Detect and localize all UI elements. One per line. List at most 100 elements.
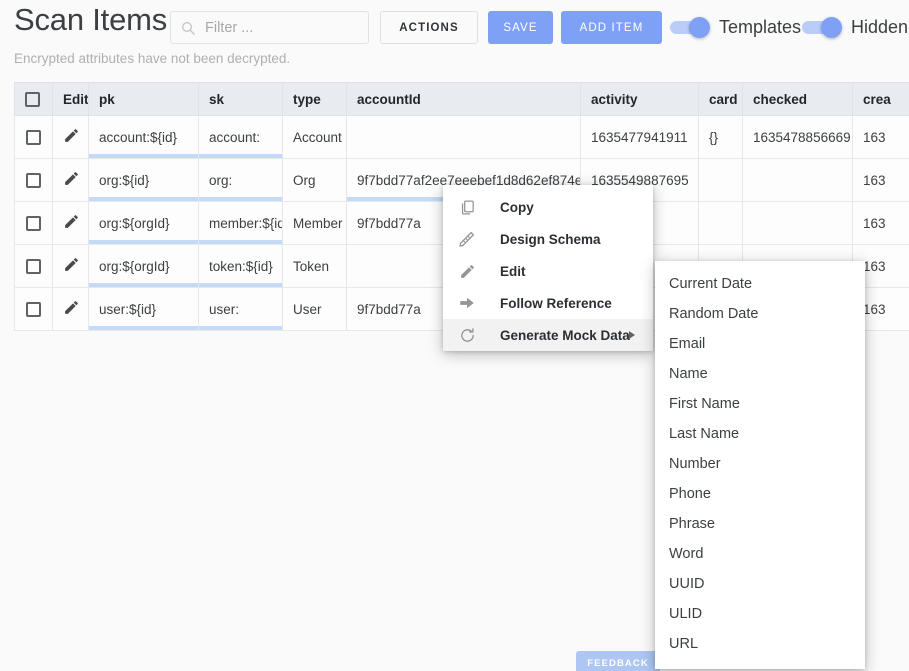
cell-pk[interactable]: user:${id} bbox=[88, 287, 199, 331]
cell-sk[interactable]: token:${id} bbox=[198, 244, 283, 288]
submenu-item-first-name[interactable]: First Name bbox=[655, 389, 865, 419]
actions-button[interactable]: ACTIONS bbox=[380, 11, 478, 44]
row-edit-cell[interactable] bbox=[52, 244, 89, 288]
table-header: Edit pk sk type accountId activity card … bbox=[14, 82, 909, 116]
submenu-item-current-date[interactable]: Current Date bbox=[655, 269, 865, 299]
cell-sk[interactable]: user: bbox=[198, 287, 283, 331]
cell-created[interactable]: 163 bbox=[852, 115, 909, 159]
page-title: Scan Items bbox=[14, 2, 168, 37]
cell-type[interactable]: Account bbox=[282, 115, 347, 159]
row-edit-cell[interactable] bbox=[52, 287, 89, 331]
toggle-thumb bbox=[821, 17, 842, 38]
cell-checked[interactable] bbox=[742, 158, 853, 202]
submenu-item-email[interactable]: Email bbox=[655, 329, 865, 359]
row-checkbox[interactable] bbox=[26, 215, 41, 231]
submenu-item-phone[interactable]: Phone bbox=[655, 479, 865, 509]
cell-card[interactable] bbox=[698, 158, 743, 202]
context-menu-item-design-schema[interactable]: Design Schema bbox=[443, 223, 653, 255]
submenu-item-number[interactable]: Number bbox=[655, 449, 865, 479]
scan-items-page: Scan Items ACTIONS SAVE ADD ITEM Templat… bbox=[0, 0, 909, 671]
add-item-button[interactable]: ADD ITEM bbox=[561, 11, 662, 44]
cell-checked[interactable]: 1635478856669 bbox=[742, 115, 853, 159]
table-row[interactable]: account:${id} account: Account 163547794… bbox=[14, 115, 909, 159]
row-checkbox[interactable] bbox=[26, 258, 41, 274]
context-menu-item-edit[interactable]: Edit bbox=[443, 255, 653, 287]
arrow-right-icon bbox=[455, 293, 479, 313]
cell-created[interactable]: 163 bbox=[852, 158, 909, 202]
submenu-item-word[interactable]: Word bbox=[655, 539, 865, 569]
pencil-icon bbox=[65, 301, 78, 314]
submenu-item-random-date[interactable]: Random Date bbox=[655, 299, 865, 329]
pencil-icon bbox=[455, 261, 479, 281]
hidden-toggle[interactable] bbox=[802, 17, 842, 38]
filter-search-box[interactable] bbox=[170, 11, 369, 44]
templates-toggle-label: Templates bbox=[719, 16, 802, 37]
cell-activity[interactable]: 1635477941911 bbox=[580, 115, 699, 159]
page-header: Scan Items ACTIONS SAVE ADD ITEM Templat… bbox=[0, 0, 909, 46]
cell-card[interactable]: {} bbox=[698, 115, 743, 159]
context-menu[interactable]: Copy Design Schema Edit Follow Reference… bbox=[443, 185, 653, 351]
templates-toggle-group[interactable]: Templates bbox=[670, 11, 801, 43]
submenu-item-last-name[interactable]: Last Name bbox=[655, 419, 865, 449]
pencil-icon bbox=[65, 258, 78, 271]
cell-checked[interactable] bbox=[742, 201, 853, 245]
column-header-checked: checked bbox=[742, 82, 853, 116]
cell-type[interactable]: Org bbox=[282, 158, 347, 202]
column-header-accountid: accountId bbox=[346, 82, 581, 116]
row-select-cell[interactable] bbox=[14, 115, 53, 159]
cell-sk[interactable]: account: bbox=[198, 115, 283, 159]
cell-type[interactable]: Token bbox=[282, 244, 347, 288]
row-edit-cell[interactable] bbox=[52, 115, 89, 159]
context-menu-label: Follow Reference bbox=[500, 295, 612, 311]
cell-pk[interactable]: org:${orgId} bbox=[88, 201, 199, 245]
encryption-notice: Encrypted attributes have not been decry… bbox=[14, 51, 291, 66]
context-menu-label: Edit bbox=[500, 263, 526, 279]
context-menu-item-generate-mock-data[interactable]: Generate Mock Data bbox=[443, 319, 653, 351]
column-header-edit: Edit bbox=[52, 82, 89, 116]
cell-pk[interactable]: account:${id} bbox=[88, 115, 199, 159]
templates-toggle[interactable] bbox=[670, 17, 710, 38]
context-menu-item-follow-reference[interactable]: Follow Reference bbox=[443, 287, 653, 319]
row-edit-cell[interactable] bbox=[52, 201, 89, 245]
save-button[interactable]: SAVE bbox=[488, 11, 553, 44]
row-edit-cell[interactable] bbox=[52, 158, 89, 202]
search-icon bbox=[182, 22, 195, 35]
cell-created[interactable]: 163 bbox=[852, 201, 909, 245]
cell-type[interactable]: User bbox=[282, 287, 347, 331]
row-checkbox[interactable] bbox=[26, 172, 41, 188]
context-menu-label: Design Schema bbox=[500, 231, 601, 247]
generate-mock-data-submenu[interactable]: Current Date Random Date Email Name Firs… bbox=[655, 261, 865, 669]
ruler-icon bbox=[455, 229, 479, 249]
context-menu-label: Generate Mock Data bbox=[500, 327, 630, 343]
context-menu-item-copy[interactable]: Copy bbox=[443, 191, 653, 223]
column-header-activity: activity bbox=[580, 82, 699, 116]
cell-card[interactable] bbox=[698, 201, 743, 245]
row-select-cell[interactable] bbox=[14, 287, 53, 331]
row-select-cell[interactable] bbox=[14, 244, 53, 288]
cell-accountid[interactable] bbox=[346, 115, 581, 159]
submenu-item-phrase[interactable]: Phrase bbox=[655, 509, 865, 539]
hidden-toggle-group[interactable]: Hidden bbox=[802, 11, 908, 43]
column-header-created: crea bbox=[852, 82, 909, 116]
row-select-cell[interactable] bbox=[14, 158, 53, 202]
select-all-header[interactable] bbox=[14, 82, 53, 116]
filter-input[interactable] bbox=[203, 12, 363, 43]
cell-sk[interactable]: member:${id} bbox=[198, 201, 283, 245]
submenu-item-url[interactable]: URL bbox=[655, 629, 865, 659]
submenu-item-ulid[interactable]: ULID bbox=[655, 599, 865, 629]
select-all-checkbox[interactable] bbox=[25, 91, 40, 107]
column-header-type: type bbox=[282, 82, 347, 116]
submenu-item-uuid[interactable]: UUID bbox=[655, 569, 865, 599]
cell-sk[interactable]: org: bbox=[198, 158, 283, 202]
submenu-item-name[interactable]: Name bbox=[655, 359, 865, 389]
feedback-tab[interactable]: FEEDBACK bbox=[576, 651, 660, 671]
row-checkbox[interactable] bbox=[26, 301, 41, 317]
pencil-icon bbox=[65, 172, 78, 185]
cell-type[interactable]: Member bbox=[282, 201, 347, 245]
row-select-cell[interactable] bbox=[14, 201, 53, 245]
table-header-row: Edit pk sk type accountId activity card … bbox=[14, 82, 909, 116]
cell-pk[interactable]: org:${orgId} bbox=[88, 244, 199, 288]
cell-pk[interactable]: org:${id} bbox=[88, 158, 199, 202]
chevron-right-icon bbox=[629, 331, 635, 339]
row-checkbox[interactable] bbox=[26, 129, 41, 145]
